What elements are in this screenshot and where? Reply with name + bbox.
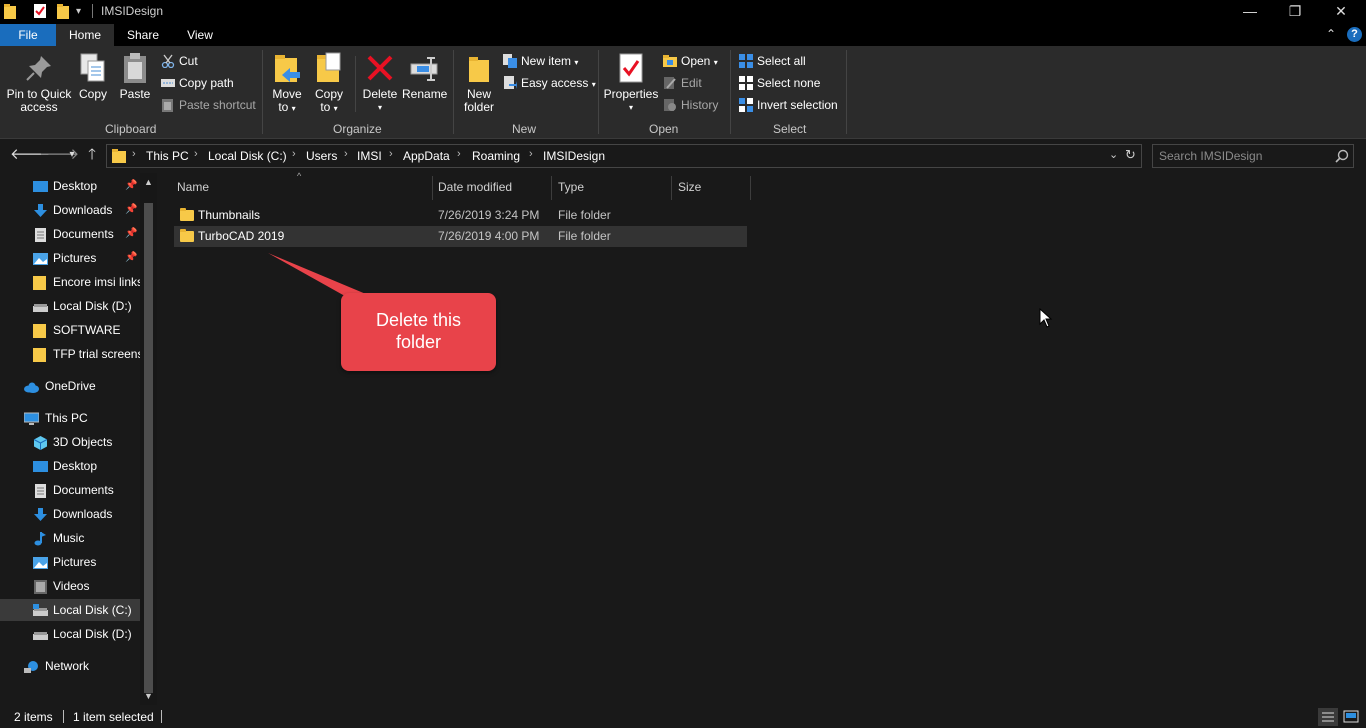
invert-selection-button[interactable]: Invert selection <box>739 96 838 114</box>
new-item-icon <box>503 53 517 68</box>
new-item-label: New item <box>521 54 572 68</box>
invert-selection-label: Invert selection <box>757 98 838 112</box>
callout-text-line2: folder <box>395 332 442 352</box>
open-folder-icon <box>663 54 677 68</box>
history-label: History <box>681 98 719 112</box>
this-pc-videos[interactable]: Videos <box>0 575 140 597</box>
mouse-cursor-icon <box>1039 308 1053 328</box>
open-label: Open <box>681 54 711 68</box>
status-separator <box>63 710 64 723</box>
this-pc-pictures[interactable]: Pictures <box>0 551 140 573</box>
callout-text-line1: Delete this <box>375 310 462 330</box>
this-pc-documents[interactable]: Documents <box>0 479 140 501</box>
nav-this-pc[interactable]: This PC <box>0 407 140 429</box>
file-type: File folder <box>558 229 611 243</box>
breadcrumb-imsidesign[interactable]: IMSIDesign <box>543 149 605 163</box>
select-group-label: Select <box>773 122 807 136</box>
this-pc-local-disk-c[interactable]: Local Disk (C:) <box>0 599 140 621</box>
search-box[interactable] <box>1152 144 1354 168</box>
music-note-icon <box>33 531 48 546</box>
download-arrow-icon <box>33 507 48 521</box>
nav-label: Pictures <box>53 555 97 569</box>
nav-label: Desktop <box>53 459 98 473</box>
select-none-button[interactable]: Select none <box>739 74 820 92</box>
nav-label: Downloads <box>53 507 113 521</box>
nav-network[interactable]: Network <box>0 655 140 677</box>
nav-label: Documents <box>53 483 114 497</box>
dropdown-arrow-icon: ▾ <box>574 58 579 67</box>
dropdown-arrow-icon: ▾ <box>713 58 718 67</box>
onedrive-cloud-icon <box>24 379 39 393</box>
collapse-ribbon-icon[interactable]: ⌃ <box>1326 27 1336 41</box>
edit-button[interactable]: Edit <box>663 74 702 92</box>
properties-check-icon <box>618 52 644 84</box>
nav-label: Videos <box>53 579 90 593</box>
history-clock-icon <box>663 98 677 112</box>
callout-annotation: Delete this folder <box>341 293 496 371</box>
video-icon <box>33 579 48 594</box>
open-button[interactable]: Open ▾ <box>663 52 718 70</box>
close-button[interactable]: ✕ <box>1318 0 1364 24</box>
dropdown-arrow-icon: ▾ <box>591 80 596 89</box>
breadcrumb-chevron-icon[interactable]: › <box>529 148 533 160</box>
ribbon-separator <box>846 50 847 134</box>
easy-access-icon <box>503 75 517 90</box>
select-none-icon <box>739 75 753 90</box>
this-pc-desktop[interactable]: Desktop <box>0 455 140 477</box>
status-separator <box>161 710 162 723</box>
easy-access-label: Easy access <box>521 76 589 90</box>
document-icon <box>33 483 48 498</box>
open-group-label: Open <box>649 122 679 136</box>
search-input[interactable] <box>1159 148 1329 164</box>
this-pc-3d-objects[interactable]: 3D Objects <box>0 431 140 453</box>
this-pc-music[interactable]: Music <box>0 527 140 549</box>
computer-icon <box>23 411 40 425</box>
item-count: 2 items <box>14 710 53 724</box>
properties-button[interactable]: Properties ▾ <box>603 52 659 114</box>
drive-icon <box>33 603 48 617</box>
status-bar: 2 items 1 item selected <box>0 705 1366 728</box>
select-all-icon <box>739 53 753 68</box>
new-item-button[interactable]: New item ▾ <box>503 52 578 70</box>
history-button[interactable]: History <box>663 96 718 114</box>
properties-label: Properties <box>603 87 659 101</box>
address-dropdown-icon[interactable]: ⌄ <box>1109 148 1118 161</box>
file-type: File folder <box>558 208 611 222</box>
ribbon-separator <box>598 50 599 134</box>
restore-button[interactable]: ❐ <box>1272 0 1318 24</box>
ribbon-separator <box>730 50 731 134</box>
3d-objects-icon <box>33 435 48 450</box>
select-none-label: Select none <box>757 76 821 90</box>
new-group-label: New <box>512 122 537 136</box>
column-header-type[interactable]: Type <box>552 176 672 200</box>
column-header-size[interactable]: Size <box>672 176 751 200</box>
desktop-icon <box>33 459 48 473</box>
dropdown-arrow-icon: ▾ <box>628 103 633 112</box>
nav-label: This PC <box>45 411 88 425</box>
network-icon <box>24 659 39 673</box>
pictures-icon <box>33 555 48 569</box>
nav-label: Network <box>45 659 90 673</box>
nav-label: 3D Objects <box>53 435 113 449</box>
nav-label: Music <box>53 531 85 545</box>
this-pc-local-disk-d[interactable]: Local Disk (D:) <box>0 623 140 645</box>
selection-count: 1 item selected <box>73 710 154 724</box>
help-icon[interactable]: ? <box>1347 27 1362 42</box>
details-view-icon[interactable] <box>1318 708 1338 726</box>
select-all-button[interactable]: Select all <box>739 52 806 70</box>
search-icon[interactable] <box>1335 149 1349 163</box>
drive-icon <box>33 627 48 641</box>
select-all-label: Select all <box>757 54 806 68</box>
nav-label: Local Disk (D:) <box>53 627 132 641</box>
edit-label: Edit <box>681 76 702 90</box>
minimize-button[interactable]: — <box>1227 0 1273 24</box>
refresh-icon[interactable]: ↻ <box>1125 147 1136 163</box>
scroll-down-arrow-icon[interactable]: ▼ <box>143 691 154 701</box>
edit-pencil-icon <box>663 76 677 90</box>
large-icons-view-icon[interactable] <box>1341 708 1361 726</box>
this-pc-downloads[interactable]: Downloads <box>0 503 140 525</box>
nav-label: Local Disk (C:) <box>53 603 132 617</box>
invert-selection-icon <box>739 97 753 112</box>
easy-access-button[interactable]: Easy access ▾ <box>503 74 596 92</box>
